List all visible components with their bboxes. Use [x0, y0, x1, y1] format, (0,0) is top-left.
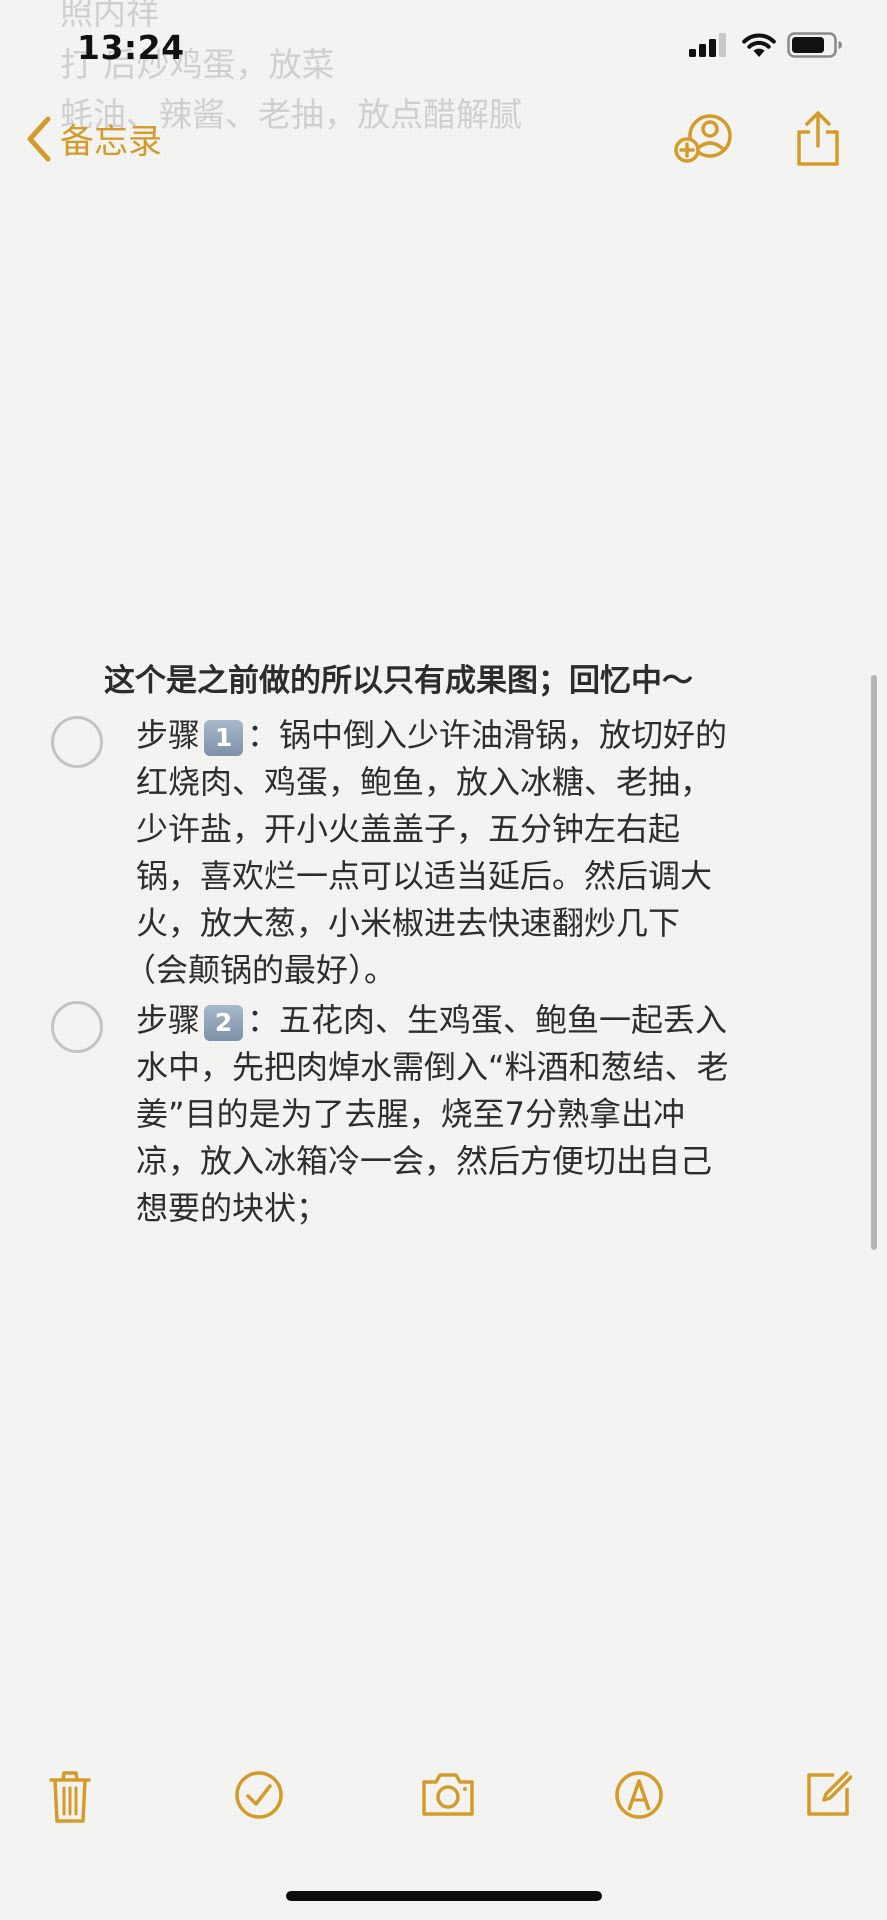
text-line: ：锅中倒入少许油滑锅，放切好的 — [247, 716, 728, 754]
checklist-checkbox[interactable] — [51, 716, 103, 768]
add-person-icon[interactable] — [674, 112, 736, 166]
camera-icon[interactable] — [420, 1770, 476, 1818]
scroll-indicator[interactable] — [871, 675, 877, 1250]
home-indicator — [286, 1891, 602, 1901]
step-prefix: 步骤 — [136, 716, 201, 754]
status-icons — [689, 32, 843, 58]
checklist-checkbox[interactable] — [51, 1001, 103, 1053]
back-button-label: 备忘录 — [60, 122, 162, 162]
text-line: 红烧肉、鸡蛋，鲍鱼，放入冰糖、老抽， — [136, 763, 713, 801]
back-button[interactable]: 备忘录 — [26, 114, 162, 163]
text-line: 少许盐，开小火盖盖子，五分钟左右起 — [136, 810, 681, 848]
text-line: 水中，先把肉焯水需倒入“料酒和葱结、老 — [136, 1048, 729, 1086]
cellular-signal-icon — [689, 33, 726, 57]
step-prefix: 步骤 — [136, 1001, 201, 1039]
status-time: 13:24 — [77, 28, 185, 67]
keycap-number-icon: 2 — [204, 1005, 244, 1041]
text-line: 火，放大葱，小米椒进去快速翻炒几下 — [136, 904, 681, 942]
keycap-number-icon: 1 — [204, 720, 244, 756]
markup-icon[interactable] — [614, 1770, 664, 1820]
checklist-item-text[interactable]: 步骤 1 ：锅中倒入少许油滑锅，放切好的 红烧肉、鸡蛋，鲍鱼，放入冰糖、老抽， 少许… — [124, 712, 836, 994]
checklist-item-text[interactable]: 步骤 2 ：五花肉、生鸡蛋、鲍鱼一起丢入 水中，先把肉焯水需倒入“料酒和葱结、老 姜… — [136, 997, 836, 1232]
trash-icon[interactable] — [48, 1770, 92, 1824]
compose-icon[interactable] — [804, 1770, 852, 1818]
text-line: （会颠锅的最好）。 — [124, 951, 397, 989]
wifi-icon — [742, 33, 776, 57]
battery-icon — [787, 32, 842, 58]
note-heading: 这个是之前做的所以只有成果图；回忆中～ — [104, 663, 693, 699]
text-line: 凉，放入冰箱冷一会，然后方便切出自己 — [136, 1142, 713, 1180]
chevron-left-icon — [27, 116, 51, 161]
text-line: 锅，喜欢烂一点可以适当延后。然后调大 — [136, 857, 713, 895]
text-line: 想要的块状； — [136, 1189, 329, 1227]
share-icon[interactable] — [794, 110, 842, 168]
checklist-icon[interactable] — [234, 1770, 284, 1820]
text-line: 姜”目的是为了去腥，烧至7分熟拿出冲 — [136, 1095, 685, 1133]
text-line: ：五花肉、生鸡蛋、鲍鱼一起丢入 — [247, 1001, 728, 1039]
